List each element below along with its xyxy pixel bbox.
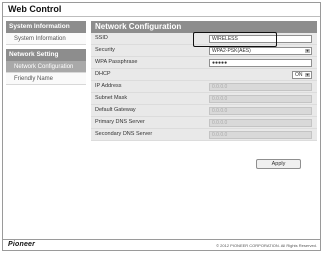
primary-dns-row: Primary DNS Server 0.0.0.0 [91, 117, 317, 129]
subnet-mask-field[interactable]: 0.0.0.0 [209, 95, 312, 103]
dhcp-label: DHCP [95, 71, 111, 77]
apply-button[interactable]: Apply [256, 159, 301, 169]
passphrase-row: WPA Passphrase ●●●●● [91, 57, 317, 69]
dhcp-row: DHCP ON ▼ [91, 69, 317, 81]
subnet-mask-row: Subnet Mask 0.0.0.0 [91, 93, 317, 105]
secondary-dns-row: Secondary DNS Server 0.0.0.0 [91, 129, 317, 141]
sidebar: System Information System Information Ne… [6, 21, 86, 85]
security-value: WPA2-PSK(AES) [212, 48, 251, 54]
sidebar-section-network-setting: Network Setting [6, 49, 86, 61]
sidebar-item-network-configuration[interactable]: Network Configuration [6, 61, 86, 73]
dhcp-value: ON [295, 72, 303, 78]
security-label: Security [95, 47, 115, 53]
ip-address-label: IP Address [95, 83, 122, 89]
passphrase-field[interactable]: ●●●●● [209, 59, 312, 67]
ip-address-row: IP Address 0.0.0.0 [91, 81, 317, 93]
security-select[interactable]: WPA2-PSK(AES) ▼ [209, 47, 312, 55]
dhcp-select[interactable]: ON ▼ [292, 71, 312, 79]
pioneer-logo: Pioneer [8, 241, 36, 248]
secondary-dns-label: Secondary DNS Server [95, 131, 153, 137]
chevron-down-icon: ▼ [305, 48, 310, 53]
sidebar-item-friendly-name[interactable]: Friendly Name [6, 73, 86, 85]
ssid-label: SSID [95, 35, 108, 41]
window-title: Web Control [8, 4, 62, 14]
sidebar-section-system-information: System Information [6, 21, 86, 33]
primary-dns-field[interactable]: 0.0.0.0 [209, 119, 312, 127]
ip-address-field[interactable]: 0.0.0.0 [209, 83, 312, 91]
default-gateway-label: Default Gateway [95, 107, 136, 113]
title-bar: Web Control [3, 3, 320, 17]
default-gateway-field[interactable]: 0.0.0.0 [209, 107, 312, 115]
subnet-mask-label: Subnet Mask [95, 95, 128, 101]
secondary-dns-field[interactable]: 0.0.0.0 [209, 131, 312, 139]
default-gateway-row: Default Gateway 0.0.0.0 [91, 105, 317, 117]
sidebar-item-system-information[interactable]: System Information [6, 33, 86, 45]
primary-dns-label: Primary DNS Server [95, 119, 145, 125]
passphrase-label: WPA Passphrase [95, 59, 138, 65]
ssid-highlight-callout [193, 32, 277, 47]
footer: Pioneer © 2012 PIONEER CORPORATION. All … [2, 239, 321, 251]
chevron-down-icon: ▼ [305, 72, 310, 77]
copyright-text: © 2012 PIONEER CORPORATION. All Rights R… [216, 243, 317, 248]
